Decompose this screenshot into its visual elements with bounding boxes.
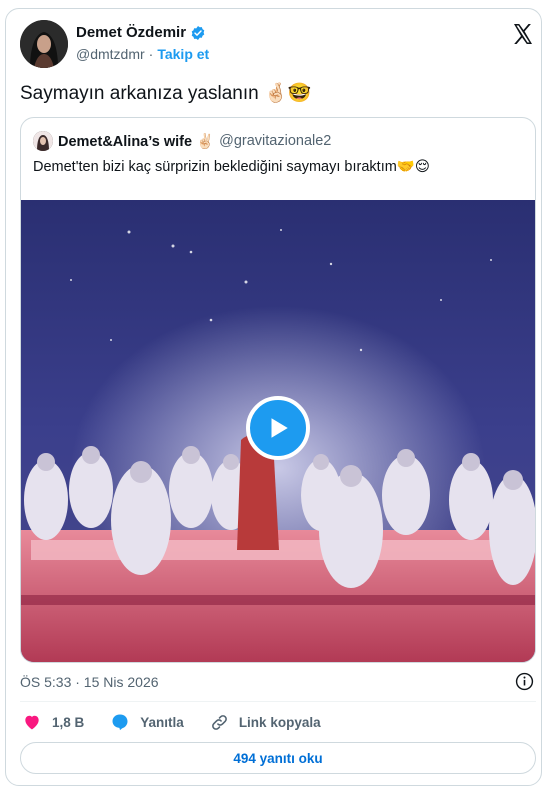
action-bar: 1,8 B Yanıtla Link kopyala [22,712,347,732]
link-icon [211,714,227,730]
quoted-text: Demet'ten bizi kaç sürprizin beklediğini… [33,159,430,175]
x-logo-icon[interactable] [511,22,535,46]
video-player[interactable] [21,200,535,662]
divider [20,701,536,702]
reply-label: Yanıtla [140,714,184,730]
separator-dot: · [148,46,154,62]
like-button[interactable]: 1,8 B [22,712,84,732]
heart-icon [25,715,39,730]
reply-button[interactable]: Yanıtla [110,712,184,732]
copy-link-label: Link kopyala [238,714,321,730]
info-icon[interactable] [515,672,534,691]
read-replies-button[interactable]: 494 yanıtı oku [20,742,536,774]
like-count: 1,8 B [52,714,85,730]
author-name[interactable]: Demet Özdemir [76,24,186,41]
tweet-text: Saymayın arkanıza yaslanın 🤞🏻🤓 [20,83,312,104]
play-button[interactable] [246,396,310,460]
verified-badge-icon [191,25,205,40]
author-avatar[interactable] [20,20,68,68]
play-icon [271,418,288,438]
quoted-avatar[interactable] [33,131,53,151]
quoted-author-handle[interactable]: @gravitazionale2 [219,133,331,149]
follow-button[interactable]: Takip et [157,46,209,62]
quoted-tweet[interactable]: Demet&Alina’s wife ✌🏻 @gravitazionale2 D… [20,117,536,663]
copy-link-button[interactable]: Link kopyala [210,713,321,732]
reply-bubble-icon [112,714,128,731]
quoted-author-name[interactable]: Demet&Alina’s wife ✌🏻 [58,133,214,150]
author-handle[interactable]: @dmtzdmr [76,46,145,62]
tweet-timestamp[interactable]: ÖS 5:33 · 15 Nis 2026 [20,674,159,690]
